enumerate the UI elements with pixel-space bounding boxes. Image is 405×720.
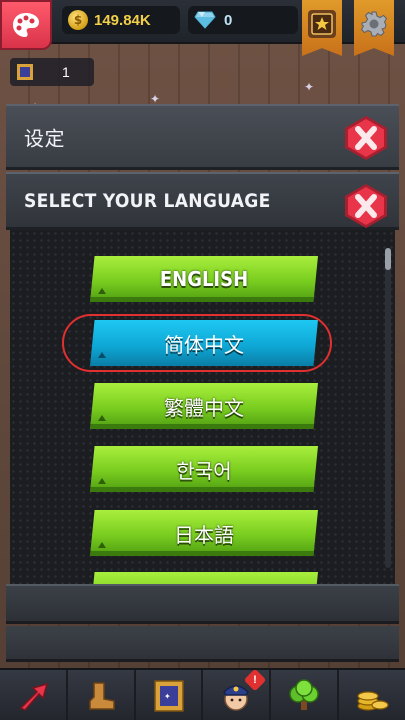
close-icon [345, 184, 387, 228]
coin-counter: $ 149.84K [62, 6, 180, 34]
quest-count: 1 [62, 64, 70, 80]
settings-title: 设定 [24, 126, 65, 150]
language-list[interactable]: ENGLISH 简体中文 繁體中文 한국어 日本語 [10, 230, 395, 584]
quest-counter[interactable]: 1 [10, 58, 94, 86]
nav-tab-tree[interactable] [271, 670, 340, 720]
nav-tab-upgrade[interactable] [0, 670, 68, 720]
settings-banner-button[interactable] [354, 0, 394, 56]
nav-tab-coins[interactable] [339, 670, 405, 720]
language-option-label: 简体中文 [164, 332, 244, 357]
language-option-english[interactable]: ENGLISH [90, 256, 318, 302]
tree-icon [289, 679, 319, 710]
language-option-traditional-chinese[interactable]: 繁體中文 [90, 383, 318, 429]
gear-icon [360, 11, 388, 37]
language-option-label: ENGLISH [159, 267, 249, 291]
star-book-icon [311, 13, 333, 35]
upgrade-arrow-icon [19, 682, 48, 711]
nav-tab-gallery[interactable]: ✦ [136, 670, 204, 720]
nav-tab-characters[interactable]: ! [203, 668, 272, 720]
coin-icon: $ [68, 10, 88, 30]
portrait-frame-icon: ✦ [153, 680, 184, 712]
boot-icon [88, 682, 115, 710]
scrollbar-thumb[interactable] [385, 248, 391, 270]
settings-panel-header: 设定 [6, 104, 399, 170]
close-icon [345, 116, 387, 160]
language-option-simplified-chinese[interactable]: 简体中文 [90, 320, 318, 366]
palette-button[interactable] [0, 0, 52, 50]
bottom-navigation: ✦ ! [0, 668, 405, 720]
gem-amount: 0 [224, 11, 233, 29]
palette-icon [13, 13, 39, 37]
framed-picture-icon [17, 64, 33, 80]
sparkle-icon: ✦ [304, 80, 315, 94]
coin-amount: 149.84K [94, 11, 151, 29]
corner-marker [98, 415, 106, 421]
corner-marker [98, 352, 106, 358]
language-option-partial[interactable] [90, 572, 318, 584]
settings-close-button[interactable] [341, 114, 391, 162]
language-option-japanese[interactable]: 日本語 [90, 510, 318, 556]
gem-counter: 0 [188, 6, 298, 34]
language-option-label: 한국어 [176, 458, 232, 483]
language-option-korean[interactable]: 한국어 [90, 446, 318, 492]
corner-marker [98, 542, 106, 548]
settings-panel-bottom [6, 626, 399, 662]
coins-stack-icon [357, 691, 389, 711]
language-option-label: 繁體中文 [164, 395, 244, 420]
top-bar: $ 149.84K 0 [0, 0, 405, 56]
nav-tab-boots[interactable] [68, 670, 136, 720]
language-close-button[interactable] [341, 182, 391, 230]
corner-marker [98, 478, 106, 484]
language-panel-footer [6, 584, 399, 624]
diamond-icon [194, 11, 216, 29]
journal-banner-button[interactable] [302, 0, 342, 56]
language-list-scrollbar[interactable] [385, 248, 391, 568]
svg-text:✦: ✦ [164, 692, 171, 701]
notification-badge: ! [243, 668, 267, 692]
language-panel-header: SELECT YOUR LANGUAGE [6, 172, 399, 230]
language-option-label: 日本語 [174, 522, 234, 547]
language-panel-title: SELECT YOUR LANGUAGE [24, 189, 271, 212]
corner-marker [98, 288, 106, 294]
